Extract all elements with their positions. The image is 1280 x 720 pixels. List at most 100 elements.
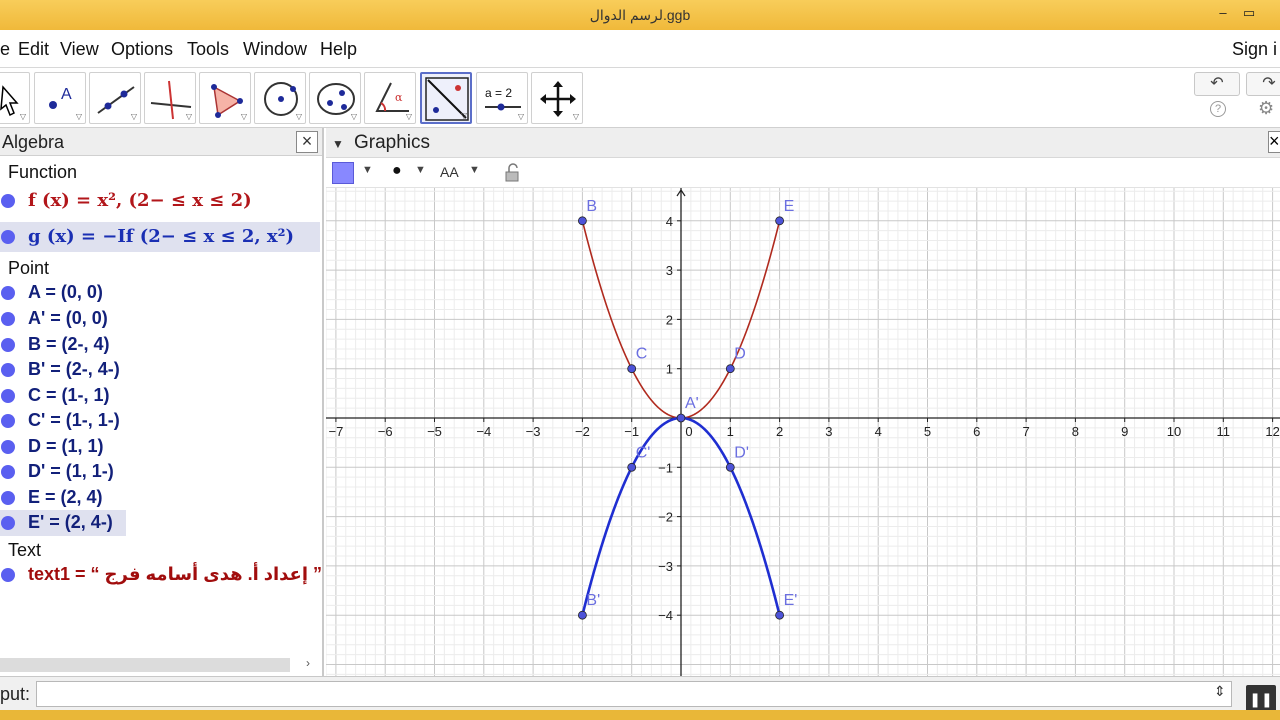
move-tool[interactable]: ▽	[0, 72, 30, 124]
chevron-down-icon[interactable]: ▼	[469, 164, 480, 176]
close-icon[interactable]: ×	[1268, 131, 1280, 153]
graphics-canvas[interactable]: −7 −6 −5 −4 −3 −2 −1 0 1 2 3 4 5 6 7 8 9 10 11 12−4−3−2−112…	[326, 188, 1280, 676]
y-tick-label: −4	[658, 608, 673, 623]
horizontal-scrollbar[interactable]	[0, 658, 290, 672]
toolbar: ▽ A ▽ ▽ ▽ ▽ ▽ ▽ α ▽ ▽ a = 2 ▽ ▽ ↶ ↷ ? ⚙	[0, 68, 1280, 128]
point-D: D = (1, 1)	[28, 436, 104, 456]
x-tick-label: 11	[1217, 424, 1231, 439]
y-tick-label: −3	[658, 559, 673, 574]
menu-view[interactable]: View	[60, 39, 99, 60]
list-item[interactable]: E = (2, 4)	[0, 485, 320, 511]
point-marker	[627, 364, 637, 374]
point-E-prime: E' = (2, 4-)	[28, 512, 113, 532]
point-style-button[interactable]: ●	[392, 162, 402, 180]
x-tick-label: −7	[328, 424, 343, 439]
x-tick-label: 10	[1167, 424, 1181, 439]
label-style-button[interactable]: AA	[440, 164, 459, 180]
visibility-dot-icon[interactable]	[1, 389, 15, 403]
input-field[interactable]	[36, 681, 1232, 707]
angle-tool[interactable]: α ▽	[364, 72, 416, 124]
point-marker	[676, 413, 686, 423]
x-tick-label: 12	[1265, 424, 1279, 439]
redo-button[interactable]: ↷	[1246, 72, 1280, 96]
point-D-prime: D' = (1, 1-)	[28, 461, 114, 481]
visibility-dot-icon[interactable]	[1, 516, 15, 530]
visibility-dot-icon[interactable]	[1, 194, 15, 208]
visibility-dot-icon[interactable]	[1, 286, 15, 300]
x-tick-label: 1	[727, 424, 734, 439]
line-tool[interactable]: ▽	[89, 72, 141, 124]
menu-window[interactable]: Window	[243, 39, 307, 60]
list-item[interactable]: D = (1, 1)	[0, 434, 320, 460]
circle-tool[interactable]: ▽	[254, 72, 306, 124]
list-item[interactable]: A' = (0, 0)	[0, 306, 320, 332]
close-icon[interactable]: ×	[296, 131, 318, 153]
point-marker	[725, 462, 735, 472]
polygon-tool[interactable]: ▽	[199, 72, 251, 124]
chevron-down-icon[interactable]: ▼	[415, 164, 426, 176]
color-swatch[interactable]	[332, 162, 354, 184]
menu-edit[interactable]: Edit	[18, 39, 49, 60]
visibility-dot-icon[interactable]	[1, 465, 15, 479]
point-A: A = (0, 0)	[28, 282, 103, 302]
maximize-button[interactable]: ▭	[1238, 3, 1260, 23]
gear-icon[interactable]: ⚙	[1258, 98, 1274, 119]
geogebra-window: لرسم الدوال.ggb – ▭ e Edit View Options …	[0, 0, 1280, 720]
function-row-g[interactable]: g (x) = −If (2− ≤ x ≤ 2, x²)	[0, 222, 320, 252]
perpendicular-tool[interactable]: ▽	[144, 72, 196, 124]
move-view-tool[interactable]: ▽	[531, 72, 583, 124]
algebra-header: Algebra ×	[0, 128, 322, 156]
menu-options[interactable]: Options	[111, 39, 173, 60]
input-label: put:	[0, 684, 31, 704]
menu-help[interactable]: Help	[320, 39, 357, 60]
x-tick-label: 8	[1072, 424, 1079, 439]
sign-in-link[interactable]: Sign i	[1232, 39, 1277, 60]
x-tick-label: 0	[685, 424, 692, 439]
reflect-tool[interactable]: ▽	[420, 72, 472, 124]
pause-button[interactable]: ❚❚	[1246, 685, 1276, 713]
list-item[interactable]: C' = (1-, 1-)	[0, 408, 320, 434]
graphics-title: Graphics	[354, 132, 431, 153]
list-item[interactable]: text1 = “ إعداد أ. هدى أسامه فرج ”	[0, 562, 322, 588]
function-g: g (x) = −If (2− ≤ x ≤ 2, x²)	[28, 226, 295, 247]
point-B: B = (2-, 4)	[28, 334, 110, 354]
cursor-arrow-icon	[0, 85, 19, 117]
visibility-dot-icon[interactable]	[1, 230, 15, 244]
list-item[interactable]: B' = (2-, 4-)	[0, 357, 320, 383]
visibility-dot-icon[interactable]	[1, 363, 15, 377]
input-bar: put: ⇕ ❚❚	[0, 676, 1280, 713]
slider-tool[interactable]: a = 2 ▽	[476, 72, 528, 124]
point-A-prime: A' = (0, 0)	[28, 308, 108, 328]
conic-tool[interactable]: ▽	[309, 72, 361, 124]
chevron-right-icon[interactable]: ›	[306, 656, 310, 670]
spinner-icon[interactable]: ⇕	[1214, 683, 1226, 700]
menu-tools[interactable]: Tools	[187, 39, 229, 60]
chevron-down-icon[interactable]: ▼	[362, 164, 373, 176]
list-item[interactable]: B = (2-, 4)	[0, 332, 320, 358]
undo-button[interactable]: ↶	[1194, 72, 1240, 96]
point-label: C	[636, 346, 648, 363]
list-item[interactable]: E' = (2, 4-)	[0, 510, 126, 536]
visibility-dot-icon[interactable]	[1, 338, 15, 352]
visibility-dot-icon[interactable]	[1, 491, 15, 505]
visibility-dot-icon[interactable]	[1, 440, 15, 454]
graphics-header: ▼ Graphics ×	[326, 128, 1280, 158]
visibility-dot-icon[interactable]	[1, 312, 15, 326]
point-label: D'	[734, 444, 749, 461]
menu-file[interactable]: e	[0, 39, 10, 60]
list-item[interactable]: A = (0, 0)	[0, 280, 320, 306]
point-tool[interactable]: A ▽	[34, 72, 86, 124]
slider-label: a = 2	[485, 86, 512, 100]
minimize-button[interactable]: –	[1212, 3, 1234, 23]
lock-icon[interactable]	[502, 162, 524, 184]
visibility-dot-icon[interactable]	[1, 414, 15, 428]
help-icon[interactable]: ?	[1210, 101, 1226, 117]
function-row-f[interactable]: f (x) = x², (2− ≤ x ≤ 2)	[0, 188, 320, 214]
category-text: Text	[8, 540, 42, 560]
list-item[interactable]: D' = (1, 1-)	[0, 459, 320, 485]
triangle-down-icon[interactable]: ▼	[332, 137, 344, 151]
list-item[interactable]: C = (1-, 1)	[0, 383, 320, 409]
visibility-dot-icon[interactable]	[1, 568, 15, 582]
point-label: E	[784, 198, 795, 215]
algebra-title: Algebra	[2, 132, 65, 152]
